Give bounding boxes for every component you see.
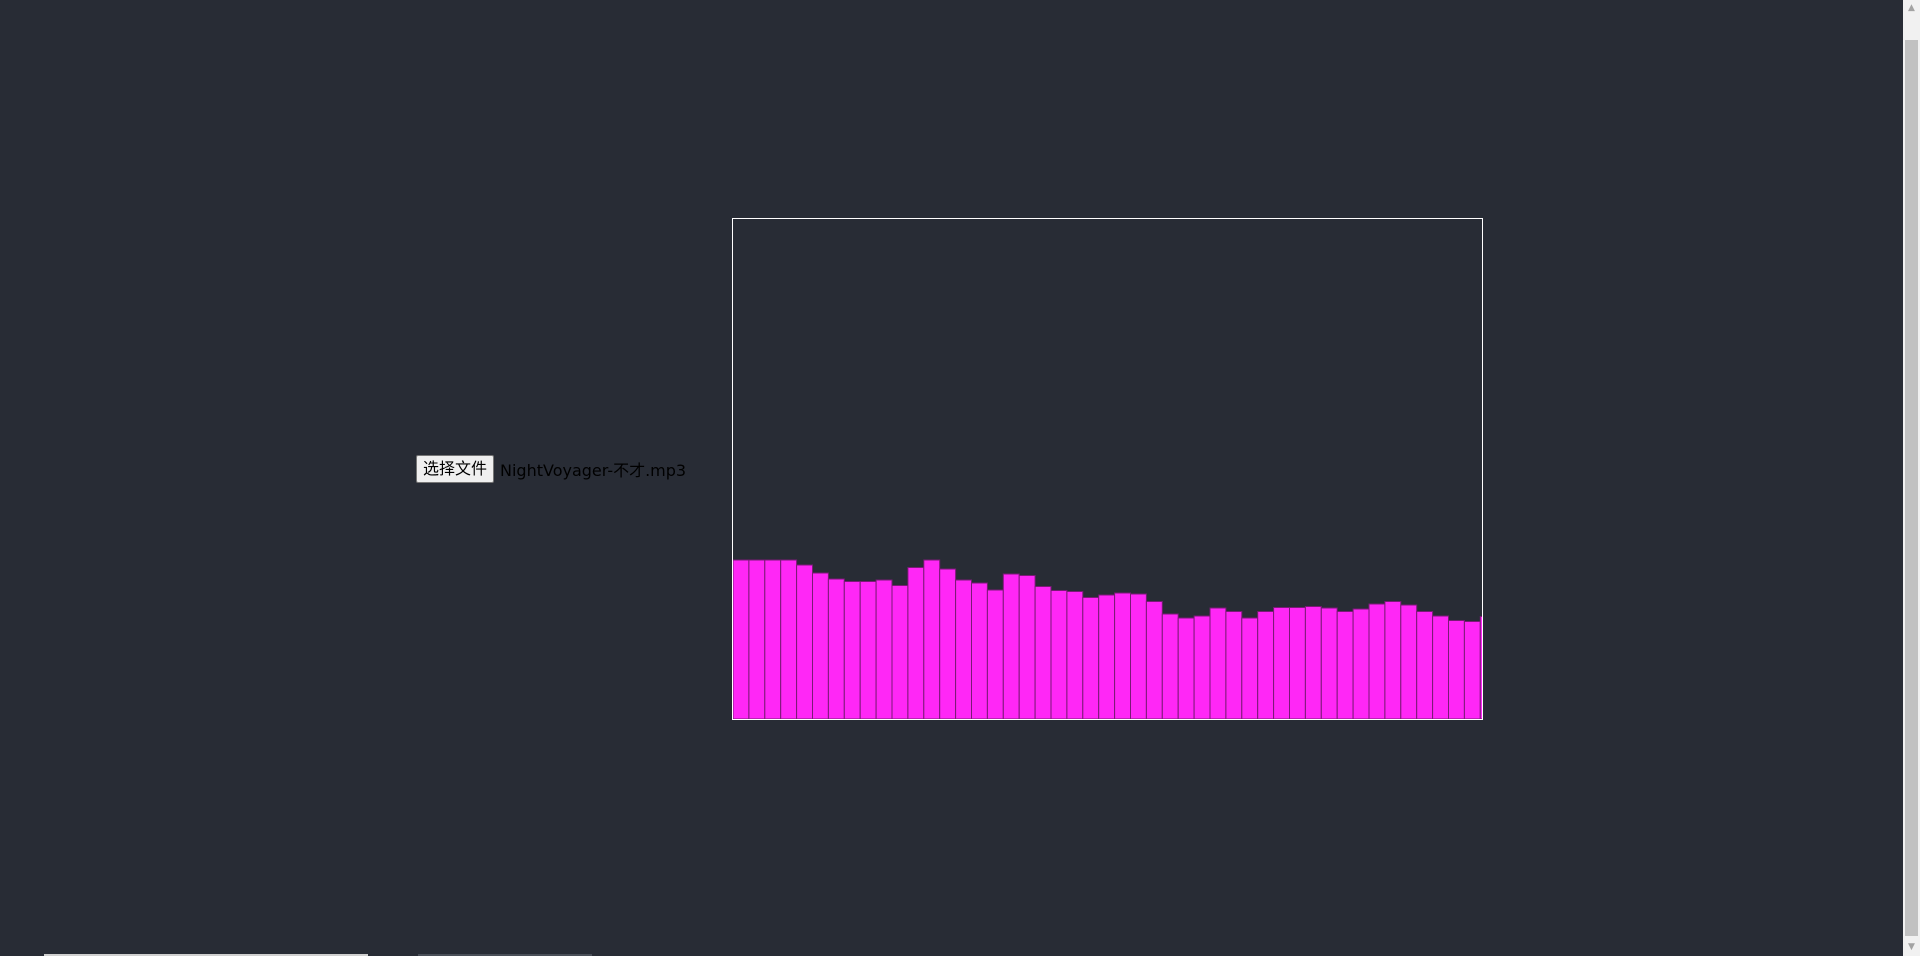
frequency-bar xyxy=(1018,575,1036,719)
frequency-bar xyxy=(827,578,845,719)
frequency-bar xyxy=(1400,604,1418,719)
frequency-bar xyxy=(1384,601,1402,719)
scroll-down-icon[interactable]: ▼ xyxy=(1903,939,1920,956)
vertical-scrollbar[interactable]: ▲ ▼ xyxy=(1903,0,1920,956)
frequency-bars-chart xyxy=(733,559,1482,719)
frequency-bar xyxy=(1225,611,1243,719)
frequency-bar xyxy=(1002,573,1020,719)
frequency-bar xyxy=(1145,601,1163,719)
frequency-bar xyxy=(1241,617,1259,719)
frequency-bar xyxy=(1352,608,1370,719)
frequency-bar xyxy=(1177,617,1195,719)
frequency-bar xyxy=(1034,586,1052,719)
scroll-thumb[interactable] xyxy=(1905,40,1918,936)
frequency-bar xyxy=(812,572,829,719)
frequency-bar xyxy=(907,567,925,719)
scroll-up-icon[interactable]: ▲ xyxy=(1903,0,1920,17)
choose-file-button[interactable]: 选择文件 xyxy=(416,455,495,483)
selected-file-name: NightVoyager-不才.mp3 xyxy=(500,461,687,480)
frequency-bar xyxy=(1257,611,1275,719)
frequency-bar xyxy=(986,589,1004,719)
frequency-bar xyxy=(875,579,893,719)
frequency-bar xyxy=(1368,603,1386,719)
frequency-bar xyxy=(971,582,988,719)
frequency-bar xyxy=(796,564,813,719)
frequency-bar xyxy=(923,559,941,719)
frequency-bar xyxy=(780,559,798,719)
frequency-bar xyxy=(939,568,957,719)
frequency-bar xyxy=(1066,591,1084,719)
frequency-bar xyxy=(843,581,861,719)
frequency-bar xyxy=(1273,607,1290,719)
frequency-bar xyxy=(859,581,877,719)
frequency-bar xyxy=(1479,616,1482,719)
frequency-bar xyxy=(1130,593,1147,719)
frequency-bar xyxy=(955,579,973,719)
frequency-bar xyxy=(748,559,766,719)
frequency-bar xyxy=(1416,611,1434,719)
frequency-bar xyxy=(1050,590,1068,719)
frequency-bar xyxy=(1098,594,1116,719)
frequency-bar xyxy=(764,559,782,719)
frequency-bar xyxy=(1289,607,1306,719)
frequency-bar xyxy=(1193,615,1211,719)
audio-visualizer-canvas xyxy=(732,218,1483,720)
frequency-bar xyxy=(1304,606,1322,719)
frequency-bar xyxy=(1336,611,1354,719)
frequency-bar xyxy=(1161,613,1179,719)
frequency-bar xyxy=(1320,607,1338,719)
page: 选择文件 NightVoyager-不才.mp3 ▲ ▼ xyxy=(0,0,1920,956)
frequency-bar xyxy=(1114,592,1132,719)
frequency-bar xyxy=(1448,620,1465,719)
frequency-bar xyxy=(1463,621,1481,719)
frequency-bar xyxy=(733,559,750,719)
frequency-bar xyxy=(891,585,909,719)
file-picker: 选择文件 NightVoyager-不才.mp3 xyxy=(416,455,686,483)
frequency-bar xyxy=(1432,615,1449,719)
frequency-bar xyxy=(1082,597,1100,719)
frequency-bar xyxy=(1209,607,1227,719)
